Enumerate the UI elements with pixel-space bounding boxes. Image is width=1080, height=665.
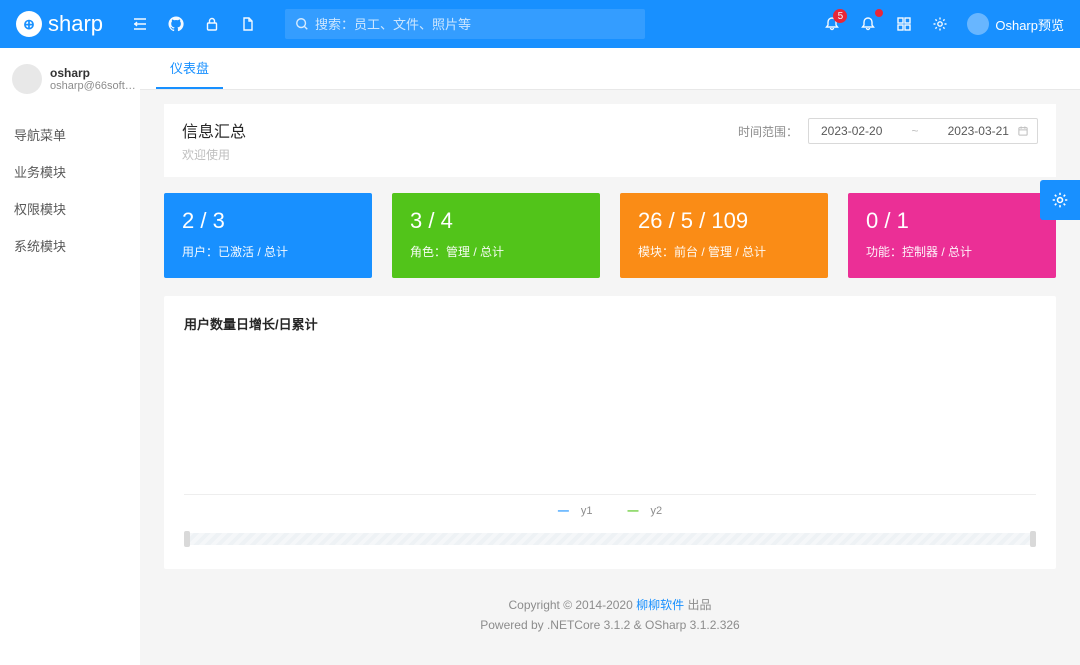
avatar bbox=[967, 13, 989, 35]
search-icon bbox=[295, 17, 309, 31]
legend-label-y1: y1 bbox=[581, 505, 593, 517]
footer-line2: Powered by .NETCore 3.1.2 & OSharp 3.1.2… bbox=[164, 615, 1056, 635]
brand-logo-badge: ⊕ bbox=[16, 11, 42, 37]
sidebar-user-name: osharp bbox=[50, 66, 138, 80]
legend-marker-y2: — bbox=[628, 505, 639, 517]
stat-value: 2 / 3 bbox=[182, 207, 354, 235]
notifications-icon[interactable]: 5 bbox=[815, 7, 849, 41]
stat-card-roles: 3 / 4 角色：管理 / 总计 bbox=[392, 193, 600, 278]
date-range-label: 时间范围： bbox=[738, 123, 798, 140]
sidebar-item-business[interactable]: 业务模块 bbox=[12, 153, 128, 190]
notification-badge: 5 bbox=[833, 9, 847, 23]
date-to: 2023-03-21 bbox=[948, 124, 1009, 138]
date-range-picker[interactable]: 2023-02-20 ~ 2023-03-21 bbox=[808, 118, 1038, 144]
page-title: 信息汇总 bbox=[182, 118, 246, 142]
tabs: 仪表盘 bbox=[140, 48, 1080, 90]
topbar: ⊕ sharp 5 bbox=[0, 0, 1080, 48]
github-icon[interactable] bbox=[159, 7, 193, 41]
alert-dot bbox=[875, 9, 883, 17]
main: 仪表盘 信息汇总 欢迎使用 时间范围： 2023-02-20 ~ 2023-03… bbox=[140, 48, 1080, 665]
sidebar-user[interactable]: osharp osharp@66soft.ne bbox=[12, 64, 128, 94]
stat-label: 角色：管理 / 总计 bbox=[410, 243, 582, 260]
chart-legend: — y1 — y2 bbox=[184, 505, 1036, 517]
stat-card-modules: 26 / 5 / 109 模块：前台 / 管理 / 总计 bbox=[620, 193, 828, 278]
footer: Copyright © 2014-2020 柳柳软件 出品 Powered by… bbox=[164, 595, 1056, 636]
date-from: 2023-02-20 bbox=[821, 124, 882, 138]
page-header: 信息汇总 欢迎使用 时间范围： 2023-02-20 ~ 2023-03-21 bbox=[164, 104, 1056, 177]
legend-marker-y1: — bbox=[558, 505, 569, 517]
chart-area bbox=[184, 345, 1036, 495]
nav-heading: 导航菜单 bbox=[12, 116, 128, 153]
alerts-icon[interactable] bbox=[851, 7, 885, 41]
sidebar: osharp osharp@66soft.ne 导航菜单 业务模块 权限模块 系… bbox=[0, 48, 140, 665]
sidebar-user-mail: osharp@66soft.ne bbox=[50, 80, 138, 92]
topbar-right: 5 Osharp预览 bbox=[815, 7, 1064, 41]
settings-fab[interactable] bbox=[1040, 180, 1080, 220]
stat-card-users: 2 / 3 用户：已激活 / 总计 bbox=[164, 193, 372, 278]
settings-icon[interactable] bbox=[923, 7, 957, 41]
search-input[interactable] bbox=[315, 17, 635, 32]
brand-text: sharp bbox=[48, 11, 103, 37]
brand-logo[interactable]: ⊕ sharp bbox=[16, 11, 103, 37]
chart-range-slider[interactable] bbox=[184, 533, 1036, 545]
avatar bbox=[12, 64, 42, 94]
stat-label: 功能：控制器 / 总计 bbox=[866, 243, 1038, 260]
doc-icon[interactable] bbox=[231, 7, 265, 41]
menu-fold-icon[interactable] bbox=[123, 7, 157, 41]
page-subtitle: 欢迎使用 bbox=[182, 146, 246, 163]
chart-panel: 用户数量日增长/日累计 — y1 — y2 bbox=[164, 296, 1056, 569]
date-separator: ~ bbox=[911, 124, 918, 138]
user-display-name: Osharp预览 bbox=[995, 15, 1064, 34]
apps-icon[interactable] bbox=[887, 7, 921, 41]
stat-card-functions: 0 / 1 功能：控制器 / 总计 bbox=[848, 193, 1056, 278]
stat-value: 26 / 5 / 109 bbox=[638, 207, 810, 235]
calendar-icon bbox=[1017, 125, 1029, 137]
footer-link[interactable]: 柳柳软件 bbox=[636, 598, 684, 612]
stat-label: 用户：已激活 / 总计 bbox=[182, 243, 354, 260]
lock-icon[interactable] bbox=[195, 7, 229, 41]
tab-dashboard[interactable]: 仪表盘 bbox=[156, 48, 223, 89]
stat-value: 3 / 4 bbox=[410, 207, 582, 235]
chart-title: 用户数量日增长/日累计 bbox=[184, 314, 1036, 333]
sidebar-item-permission[interactable]: 权限模块 bbox=[12, 190, 128, 227]
user-menu[interactable]: Osharp预览 bbox=[967, 13, 1064, 35]
topbar-left-icons bbox=[123, 7, 265, 41]
sidebar-item-system[interactable]: 系统模块 bbox=[12, 227, 128, 264]
stat-label: 模块：前台 / 管理 / 总计 bbox=[638, 243, 810, 260]
search-input-wrap[interactable] bbox=[285, 9, 645, 39]
stat-cards: 2 / 3 用户：已激活 / 总计 3 / 4 角色：管理 / 总计 26 / … bbox=[164, 193, 1056, 278]
stat-value: 0 / 1 bbox=[866, 207, 1038, 235]
legend-label-y2: y2 bbox=[651, 505, 663, 517]
